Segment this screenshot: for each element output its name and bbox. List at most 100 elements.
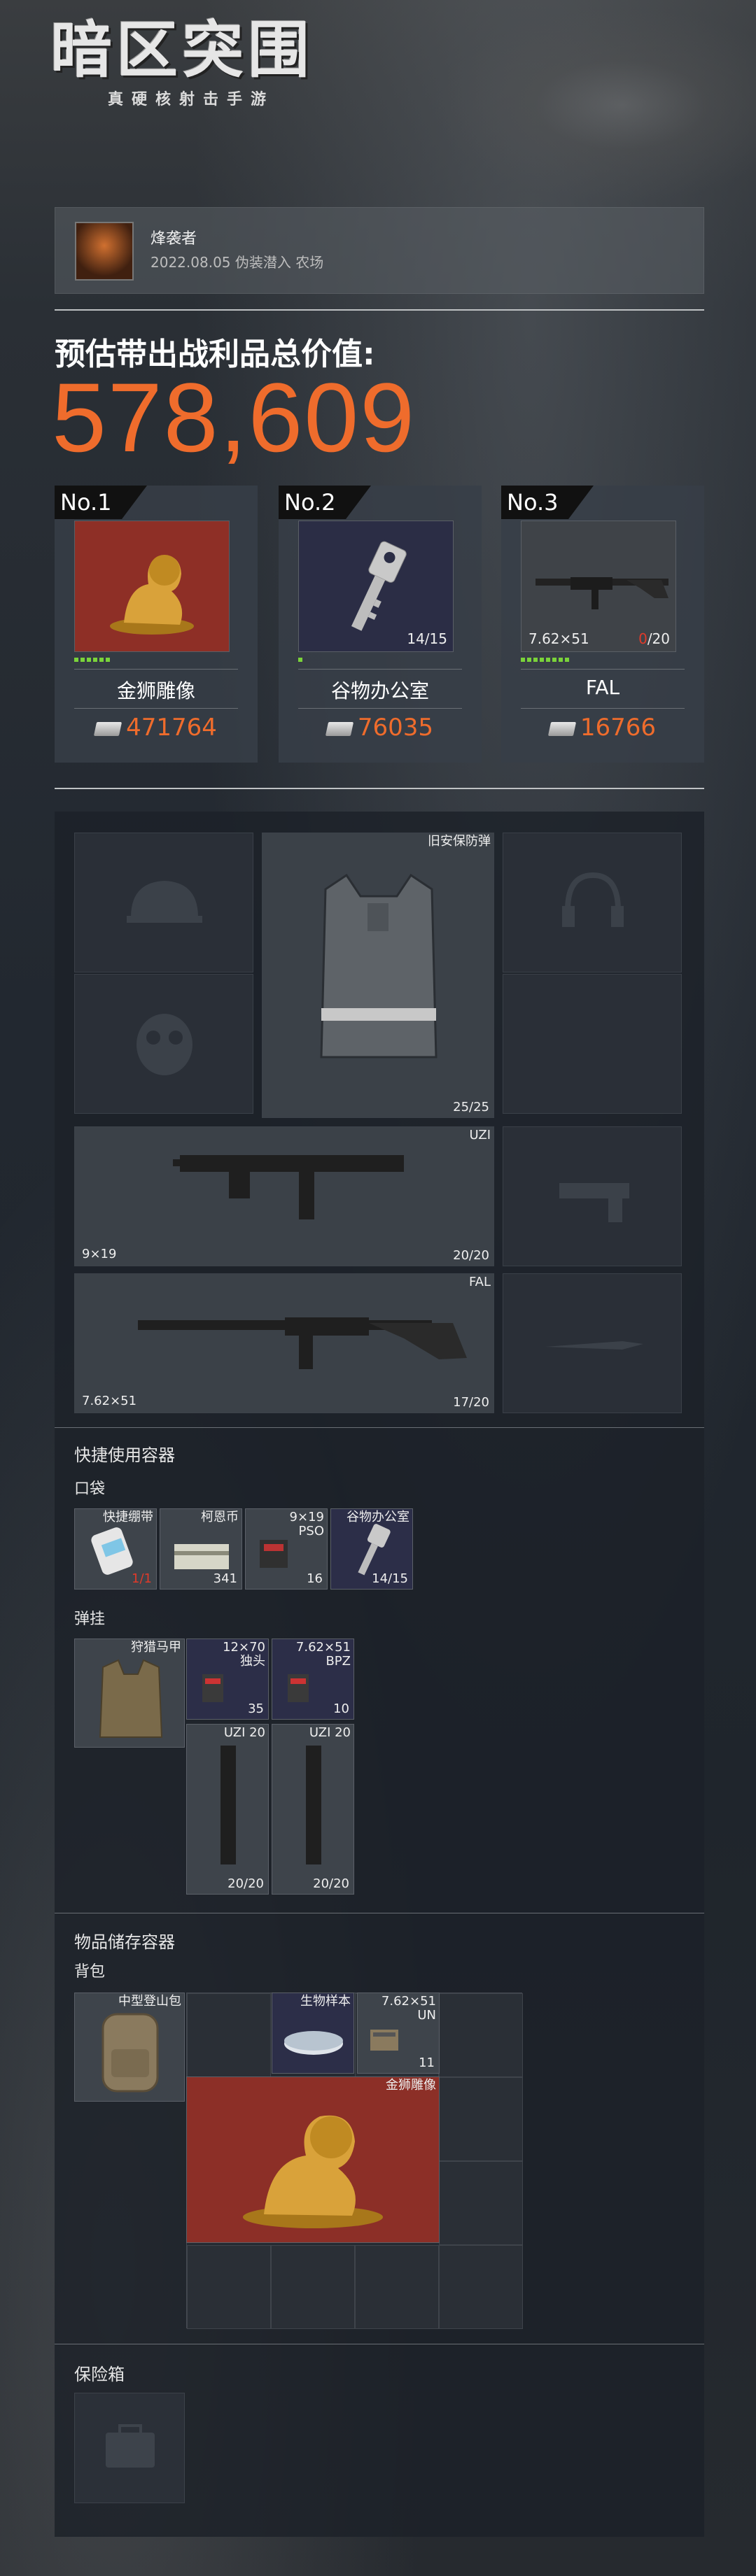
pocket-slot-key[interactable]: 谷物办公室 14/15 — [330, 1508, 413, 1590]
mask-slot[interactable] — [74, 974, 253, 1114]
item-label: UZI 20 — [223, 1725, 265, 1740]
divider — [74, 708, 238, 709]
item-price: 76035 — [279, 714, 482, 742]
ammo-item[interactable]: 7.62×51 UN 11 — [357, 1993, 440, 2074]
helmet-slot[interactable] — [74, 833, 253, 972]
item-count: 20/20 — [227, 1876, 264, 1891]
backpack-label: 中型登山包 — [118, 1994, 181, 2009]
headset-icon — [562, 872, 624, 927]
match-info: 2022.08.05 伪装潜入 农场 — [150, 254, 324, 271]
total-value: 578,609 — [52, 362, 416, 472]
pocket-slot-ammo[interactable]: 9×19 PSO 16 — [245, 1508, 328, 1590]
top-item-card-3[interactable]: No.3 7.62×51 0/20 FAL 16766 — [501, 486, 704, 763]
pocket-slot-coins[interactable]: 柯恩币 341 — [160, 1508, 242, 1590]
item-label: 9×19 PSO — [289, 1510, 324, 1538]
backpack-decoration — [420, 0, 756, 210]
secondary-weapon-slot[interactable]: FAL 7.62×51 17/20 — [74, 1273, 494, 1413]
storage-title: 物品储存容器 — [74, 1932, 175, 1952]
magazine-icon — [306, 1746, 321, 1864]
item-label: 柯恩币 — [201, 1510, 239, 1524]
rig-item-magazine[interactable]: UZI 20 20/20 — [186, 1724, 269, 1895]
grid-cell[interactable] — [439, 2245, 523, 2329]
grid-cell[interactable] — [439, 2161, 523, 2245]
item-label: 7.62×51 BPZ — [295, 1640, 351, 1669]
item-image-box — [74, 521, 230, 652]
pocket-slot-bandage[interactable]: 快捷绷带 1/1 — [74, 1508, 157, 1590]
headset-slot[interactable] — [503, 833, 682, 972]
primary-weapon-slot[interactable]: UZI 9×19 20/20 — [74, 1126, 494, 1266]
gas-mask-icon — [136, 1014, 192, 1075]
cash-icon — [325, 721, 354, 736]
bio-sample-item[interactable]: 生物样本 — [272, 1993, 354, 2074]
empty-slot[interactable] — [503, 974, 682, 1114]
game-logo: 暗区突围 真硬核射击手游 — [50, 20, 365, 125]
item-label: 金狮雕像 — [386, 2078, 436, 2093]
divider — [74, 669, 238, 670]
rig-label: 狩猎马甲 — [131, 1640, 181, 1655]
grid-cell[interactable] — [355, 2245, 439, 2329]
divider — [55, 309, 704, 311]
item-image-box: 14/15 — [298, 521, 454, 652]
cash-icon — [93, 721, 122, 736]
gold-lion-icon — [243, 2115, 383, 2228]
rarity-dots — [298, 658, 302, 667]
smg-icon — [173, 1155, 404, 1219]
weapon-label: UZI — [469, 1128, 491, 1142]
rank-badge: No.3 — [501, 486, 594, 519]
rifle-icon — [138, 1317, 467, 1369]
top-item-card-2[interactable]: No.2 14/15 谷物办公室 76035 — [279, 486, 482, 763]
logo-title: 暗区突围 — [50, 14, 314, 86]
ammo-count: 20/20 — [453, 1248, 489, 1263]
rig-slot[interactable]: 狩猎马甲 — [74, 1639, 185, 1748]
logo-subtitle: 真硬核射击手游 — [108, 91, 275, 108]
grid-cell[interactable] — [271, 2245, 355, 2329]
item-count: 0/20 — [638, 630, 670, 647]
divider — [55, 788, 704, 789]
price-value: 16766 — [580, 714, 657, 742]
backpack-slot[interactable]: 中型登山包 — [74, 1993, 185, 2102]
item-label: 快捷绷带 — [103, 1510, 153, 1524]
armor-count: 25/25 — [453, 1100, 489, 1114]
item-label: 12×70 独头 — [223, 1640, 265, 1669]
avatar[interactable] — [75, 222, 134, 281]
rank-badge: No.2 — [279, 486, 371, 519]
gold-lion-item[interactable]: 金狮雕像 — [186, 2076, 440, 2243]
price-value: 471764 — [126, 714, 217, 742]
rarity-dots — [521, 658, 569, 667]
item-count: 35 — [248, 1701, 264, 1716]
rig-item-shell[interactable]: 12×70 独头 35 — [186, 1639, 269, 1720]
rig-item-magazine[interactable]: UZI 20 20/20 — [272, 1724, 354, 1895]
pistol-icon — [559, 1183, 629, 1222]
melee-slot[interactable] — [503, 1273, 682, 1413]
divider — [521, 669, 685, 670]
body-armor-icon — [320, 873, 438, 1059]
helmet-icon — [127, 881, 202, 923]
rig-item-ammo[interactable]: 7.62×51 BPZ 10 — [272, 1639, 354, 1720]
username: 烽袭者 — [150, 230, 197, 248]
pocket-title: 口袋 — [74, 1480, 106, 1498]
item-image-box: 7.62×51 0/20 — [521, 521, 676, 652]
grid-cell[interactable] — [187, 2245, 271, 2329]
item-count: 20/20 — [313, 1876, 349, 1891]
rarity-dots — [74, 658, 110, 667]
caliber-label: 7.62×51 — [82, 1394, 137, 1408]
grid-cell[interactable] — [439, 2077, 523, 2161]
gold-lion-icon — [110, 555, 194, 635]
item-label: UZI 20 — [309, 1725, 351, 1740]
safe-box-title: 保险箱 — [74, 2365, 125, 2384]
item-count: 341 — [213, 1571, 237, 1586]
price-value: 76035 — [357, 714, 434, 742]
armor-slot[interactable]: 旧安保防弹 25/25 — [262, 833, 494, 1118]
item-label: 生物样本 — [300, 1994, 351, 2009]
grid-cell[interactable] — [439, 1993, 523, 2077]
item-name: FAL — [585, 676, 620, 699]
divider — [298, 669, 462, 670]
cash-icon — [547, 721, 577, 736]
top-item-card-1[interactable]: No.1 金狮雕像 471764 — [55, 486, 258, 763]
item-count: 14/15 — [407, 630, 447, 647]
safe-box-slot[interactable] — [74, 2393, 185, 2503]
pistol-slot[interactable] — [503, 1126, 682, 1266]
ammo-count: 17/20 — [453, 1395, 489, 1410]
grid-cell[interactable] — [187, 1993, 271, 2077]
user-card: 烽袭者 2022.08.05 伪装潜入 农场 — [55, 207, 704, 294]
